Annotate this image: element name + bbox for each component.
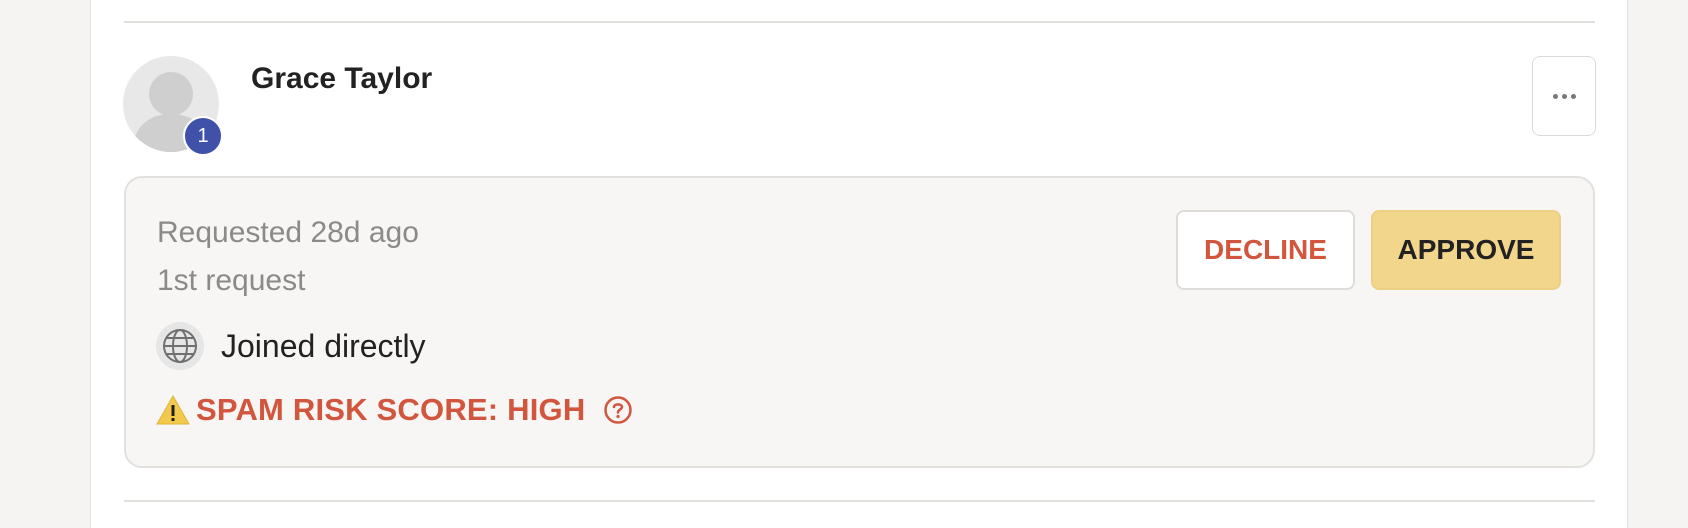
decline-button[interactable]: DECLINE	[1176, 210, 1355, 290]
more-options-button[interactable]	[1532, 56, 1596, 136]
join-method: Joined directly	[221, 328, 426, 364]
divider-bottom	[124, 500, 1595, 502]
question-circle-icon[interactable]	[603, 395, 633, 425]
request-count-text: 1st request	[157, 264, 306, 297]
globe-icon	[156, 322, 204, 370]
member-name[interactable]: Grace Taylor	[251, 62, 432, 96]
requested-time: Requested 28d ago	[157, 216, 419, 249]
divider-top	[124, 21, 1595, 23]
request-count-badge: 1	[183, 116, 223, 156]
spam-risk-row: SPAM RISK SCORE: HIGH	[156, 392, 633, 428]
spam-risk-score: SPAM RISK SCORE: HIGH	[196, 392, 586, 427]
warning-icon	[156, 395, 190, 425]
more-horizontal-icon	[1551, 93, 1578, 99]
approve-button[interactable]: APPROVE	[1371, 210, 1561, 290]
